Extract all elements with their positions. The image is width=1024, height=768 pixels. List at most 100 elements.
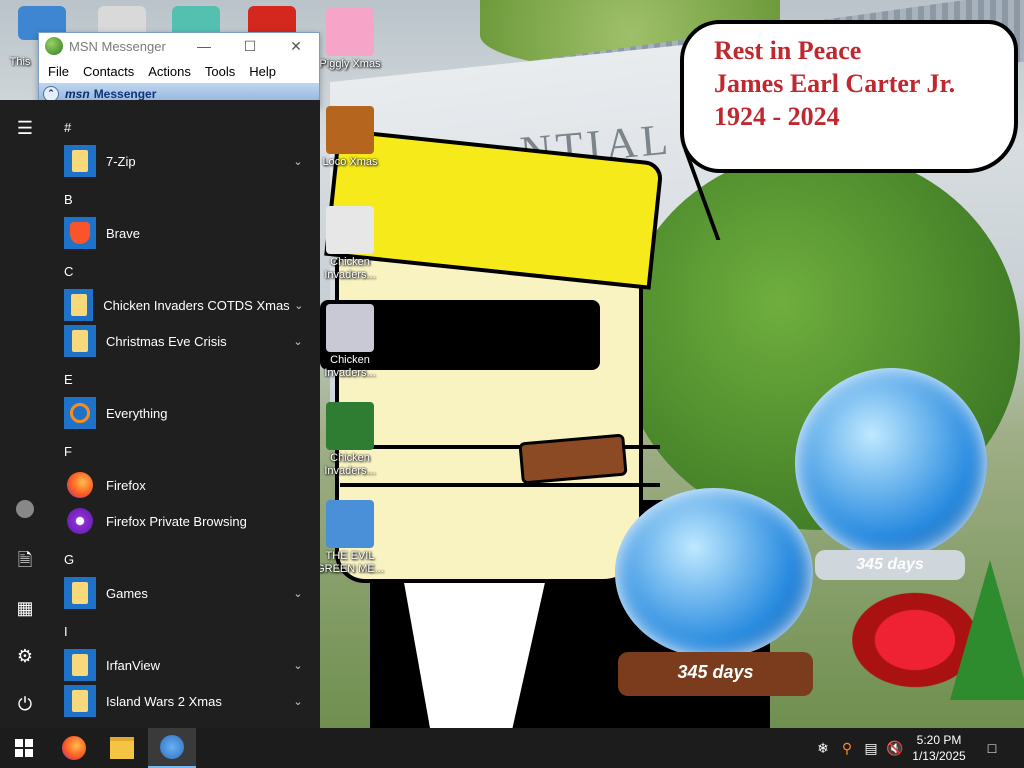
snowglobe-small-icon — [615, 488, 813, 658]
app-label: Island Wars 2 Xmas — [106, 693, 222, 709]
chevron-down-icon: ⌄ — [294, 299, 304, 312]
app-7zip[interactable]: 7-Zip ⌄ — [50, 143, 320, 179]
snowglobe-large-counter: 345 days — [815, 550, 965, 580]
taskbar-clock[interactable]: 5:20 PM 1/13/2025 — [906, 732, 972, 764]
desktop-icon-label: Chicken Invaders... — [324, 354, 376, 379]
app-games[interactable]: Games ⌄ — [50, 575, 320, 611]
section-header-e[interactable]: E — [64, 372, 73, 387]
msn-banner-text: Messenger — [93, 87, 157, 101]
section-header-c[interactable]: C — [64, 264, 73, 279]
section-header-i[interactable]: I — [64, 624, 68, 639]
windows-logo-icon — [15, 739, 33, 757]
close-button[interactable]: ✕ — [273, 33, 319, 59]
desktop-icon-chicken-invaders-1[interactable]: Chicken Invaders... — [314, 206, 386, 282]
msn-window-title: MSN Messenger — [69, 38, 166, 54]
taskbar-msn-messenger[interactable] — [148, 728, 196, 768]
desktop-icon-label: This — [9, 56, 31, 68]
menu-help[interactable]: Help — [242, 64, 283, 79]
desktop-icon-label: THE EVIL GREEN ME... — [316, 550, 384, 575]
minimize-button[interactable]: — — [181, 33, 227, 59]
desktop-icon-this-pc[interactable]: This — [0, 56, 40, 69]
hamburger-menu-icon[interactable]: ☰ — [13, 116, 37, 140]
section-header-b[interactable]: B — [64, 192, 73, 207]
msn-menu-bar: File Contacts Actions Tools Help — [39, 59, 319, 83]
msn-logo-icon — [45, 37, 63, 55]
folder-icon — [64, 289, 94, 321]
section-header-f[interactable]: F — [64, 444, 72, 459]
chevron-down-icon: ⌄ — [293, 695, 303, 708]
app-chicken-invaders[interactable]: Chicken Invaders COTDS Xmas ⌄ — [50, 287, 320, 323]
taskbar-firefox[interactable] — [50, 728, 98, 768]
app-label: 7-Zip — [106, 153, 136, 169]
folder-icon — [64, 685, 96, 717]
app-irfanview[interactable]: IrfanView ⌄ — [50, 647, 320, 683]
brave-icon — [64, 217, 96, 249]
firefox-private-icon — [64, 505, 96, 537]
settings-gear-icon[interactable]: ⚙ — [13, 644, 37, 668]
chevron-down-icon: ⌄ — [293, 587, 303, 600]
desktop-icon-loco-xmas[interactable]: Loco Xmas — [314, 106, 386, 169]
documents-icon[interactable]: 🗎 — [13, 548, 37, 572]
menu-tools[interactable]: Tools — [198, 64, 242, 79]
desktop-icon-label: Loco Xmas — [322, 156, 378, 168]
messenger-people-icon — [326, 500, 374, 548]
start-menu: ☰ 🗎 ▦ ⚙ ⏻ # 7-Zip ⌄ B Brave C Chicken In… — [0, 100, 320, 728]
start-button[interactable] — [0, 728, 48, 768]
folder-icon — [64, 145, 96, 177]
section-header-hash[interactable]: # — [64, 120, 71, 135]
taskbar-file-explorer[interactable] — [98, 728, 146, 768]
desktop-icon-evil-green-messenger[interactable]: THE EVIL GREEN ME... — [314, 500, 386, 576]
msn-messenger-window[interactable]: MSN Messenger — ☐ ✕ File Contacts Action… — [38, 32, 320, 106]
messenger-people-icon — [160, 735, 184, 759]
app-label: Firefox — [106, 477, 146, 493]
network-icon[interactable]: ▤ — [860, 728, 882, 768]
everything-search-icon — [64, 397, 96, 429]
firefox-icon — [62, 736, 86, 760]
app-label: Everything — [106, 405, 168, 421]
app-firefox[interactable]: Firefox — [50, 467, 320, 503]
notification-center-icon[interactable]: □ — [978, 728, 1006, 768]
folder-icon — [64, 577, 96, 609]
menu-file[interactable]: File — [41, 64, 76, 79]
snowglobe-large-icon — [795, 368, 987, 558]
desktop-icon-chicken-invaders-2[interactable]: Chicken Invaders... — [314, 304, 386, 380]
firefox-icon — [64, 469, 96, 501]
bubble-line-3: 1924 - 2024 — [714, 102, 840, 131]
clock-date: 1/13/2025 — [912, 749, 966, 763]
app-christmas-eve-crisis[interactable]: Christmas Eve Crisis ⌄ — [50, 323, 320, 359]
volume-muted-icon[interactable]: 🔇 — [884, 728, 906, 768]
section-header-g[interactable]: G — [64, 552, 74, 567]
taskbar: ❄ ⚲ ▤ 🔇 5:20 PM 1/13/2025 □ — [0, 728, 1024, 768]
msn-brand-logo: msn — [65, 87, 90, 101]
chevron-down-icon: ⌄ — [293, 155, 303, 168]
loco-xmas-icon — [326, 106, 374, 154]
pictures-icon[interactable]: ▦ — [13, 596, 37, 620]
menu-contacts[interactable]: Contacts — [76, 64, 141, 79]
user-account-icon[interactable] — [13, 500, 37, 524]
tray-search-icon[interactable]: ⚲ — [836, 728, 858, 768]
app-everything[interactable]: Everything — [50, 395, 320, 431]
app-list: # 7-Zip ⌄ B Brave C Chicken Invaders COT… — [50, 100, 320, 728]
app-firefox-private[interactable]: Firefox Private Browsing — [50, 503, 320, 539]
app-label: Games — [106, 585, 148, 601]
app-brave[interactable]: Brave — [50, 215, 320, 251]
menu-actions[interactable]: Actions — [141, 64, 198, 79]
desktop-icon-label: Chicken Invaders... — [324, 452, 376, 477]
maximize-button[interactable]: ☐ — [227, 33, 273, 59]
chicken-invaders-icon — [326, 206, 374, 254]
desktop-icon-chicken-invaders-3[interactable]: Chicken Invaders... — [314, 402, 386, 478]
folder-icon — [64, 325, 96, 357]
chevron-down-icon: ⌄ — [293, 335, 303, 348]
app-label: IrfanView — [106, 657, 160, 673]
clock-time: 5:20 PM — [916, 733, 962, 747]
power-icon[interactable]: ⏻ — [13, 692, 37, 716]
app-label: Firefox Private Browsing — [106, 513, 247, 529]
app-island-wars[interactable]: Island Wars 2 Xmas ⌄ — [50, 683, 320, 719]
chicken-invaders-icon — [326, 304, 374, 352]
christmas-tree-icon — [950, 560, 1024, 700]
tray-app-icon[interactable]: ❄ — [812, 728, 834, 768]
snowglobe-small-counter: 345 days — [618, 652, 813, 696]
app-label: Brave — [106, 225, 140, 241]
desktop-icon-piggly-xmas[interactable]: Piggly Xmas — [314, 8, 386, 71]
piggly-xmas-icon — [326, 8, 374, 56]
